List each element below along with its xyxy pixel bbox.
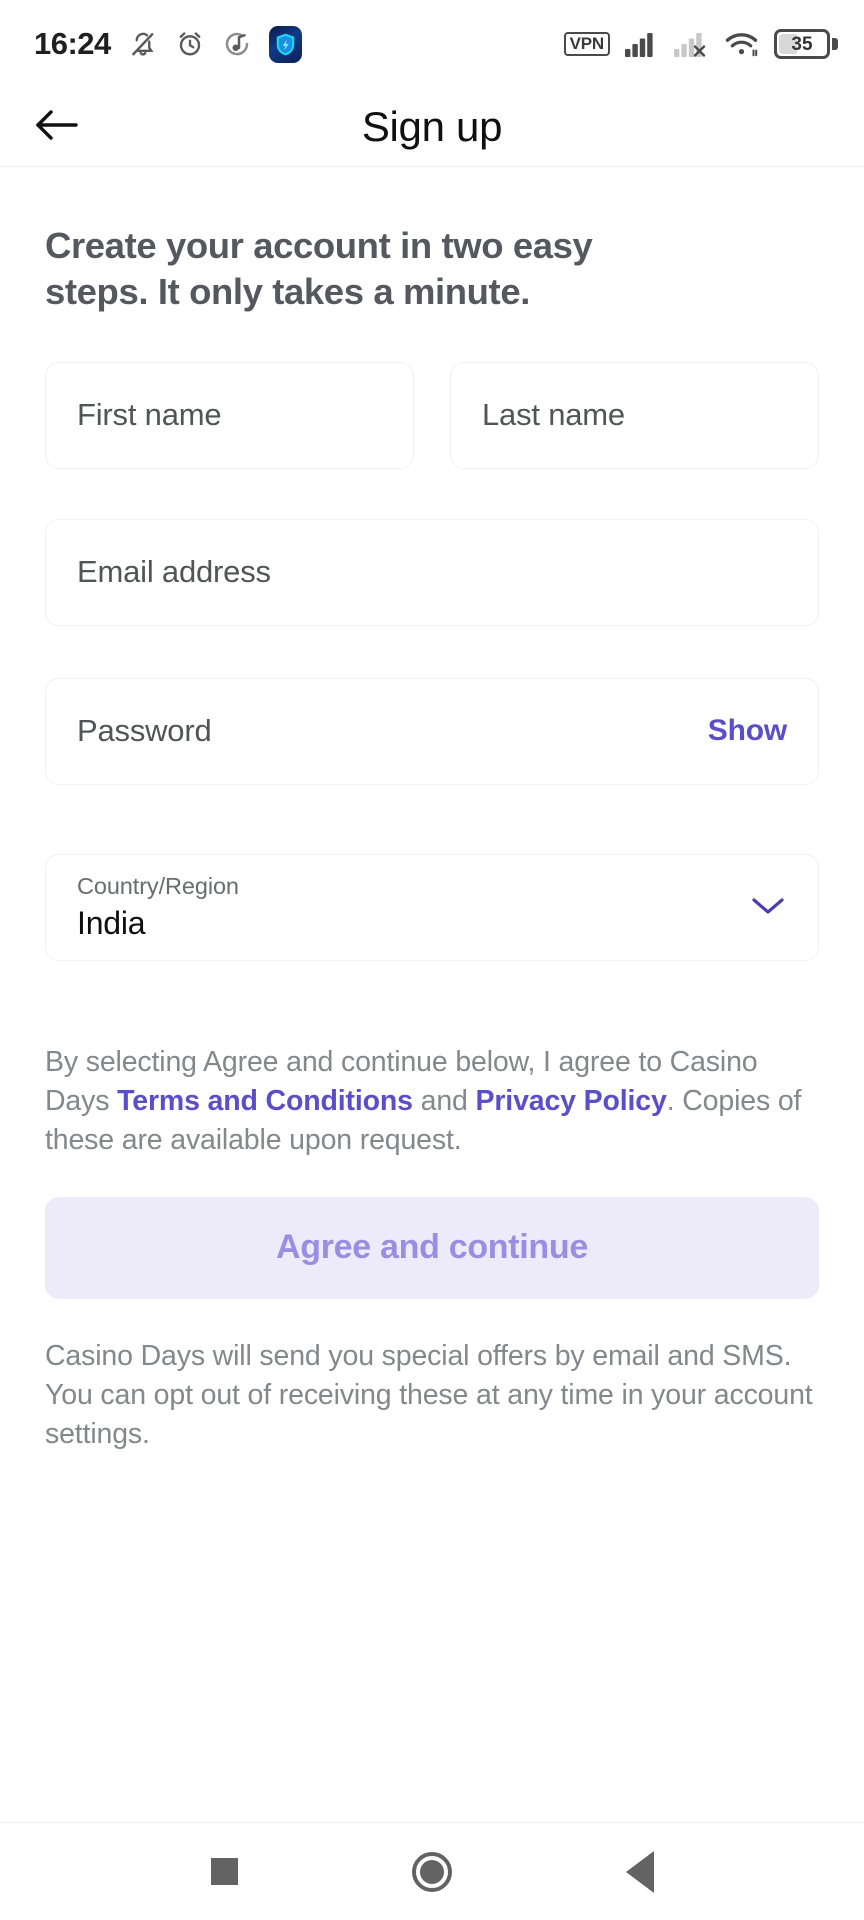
country-region-select[interactable]: Country/Region India xyxy=(45,853,819,961)
signup-screen: 16:24 VPN 35 Sign up Create your account… xyxy=(0,0,864,1920)
back-arrow-icon xyxy=(34,107,80,148)
vpn-app-icon xyxy=(268,25,302,63)
last-name-input[interactable]: Last name xyxy=(450,361,819,469)
vpn-badge-icon: VPN xyxy=(563,32,610,56)
back-triangle-icon xyxy=(626,1850,654,1893)
battery-icon: 35 xyxy=(774,29,838,59)
country-region-label: Country/Region xyxy=(77,872,239,899)
signup-form: Create your account in two easy steps. I… xyxy=(0,167,864,1822)
system-back-button[interactable] xyxy=(592,1836,688,1908)
last-name-placeholder: Last name xyxy=(482,397,625,433)
status-bar-right: VPN 35 xyxy=(563,29,838,59)
terms-and-conditions-link[interactable]: Terms and Conditions xyxy=(117,1085,413,1117)
status-bar: 16:24 VPN 35 xyxy=(0,0,864,88)
email-input[interactable]: Email address xyxy=(45,518,819,626)
agree-and-continue-button[interactable]: Agree and continue xyxy=(45,1196,819,1299)
country-region-value: India xyxy=(77,904,146,941)
back-button[interactable] xyxy=(26,96,88,158)
cellular-no-service-icon xyxy=(674,30,710,58)
music-note-icon xyxy=(222,29,252,59)
country-region-texts: Country/Region India xyxy=(77,873,239,942)
alarm-clock-icon xyxy=(175,29,205,59)
bell-muted-icon xyxy=(128,29,158,59)
email-placeholder: Email address xyxy=(77,554,271,590)
chevron-down-icon xyxy=(749,893,787,922)
recents-button[interactable] xyxy=(176,1836,272,1908)
form-lede: Create your account in two easy steps. I… xyxy=(45,225,593,313)
status-clock: 16:24 xyxy=(34,26,111,61)
android-navigation-bar xyxy=(0,1822,864,1920)
wifi-icon xyxy=(725,30,759,58)
home-button[interactable] xyxy=(384,1836,480,1908)
first-name-input[interactable]: First name xyxy=(45,361,414,469)
recents-square-icon xyxy=(210,1858,238,1885)
privacy-policy-link[interactable]: Privacy Policy xyxy=(476,1085,667,1117)
status-bar-left: 16:24 xyxy=(34,25,302,63)
cellular-signal-icon xyxy=(625,30,659,58)
legal-part2: and xyxy=(412,1085,476,1118)
show-password-toggle[interactable]: Show xyxy=(708,714,787,748)
password-input[interactable]: Password Show xyxy=(45,677,819,785)
page-title: Sign up xyxy=(361,103,503,150)
password-placeholder: Password xyxy=(77,713,212,749)
legal-disclaimer: By selecting Agree and continue below, I… xyxy=(45,1043,819,1161)
first-name-placeholder: First name xyxy=(77,397,222,433)
battery-percent: 35 xyxy=(791,33,813,55)
home-circle-icon xyxy=(412,1851,452,1892)
name-fields-row: First name Last name xyxy=(45,361,819,469)
marketing-footnote: Casino Days will send you special offers… xyxy=(45,1339,813,1451)
app-bar: Sign up xyxy=(0,88,864,167)
